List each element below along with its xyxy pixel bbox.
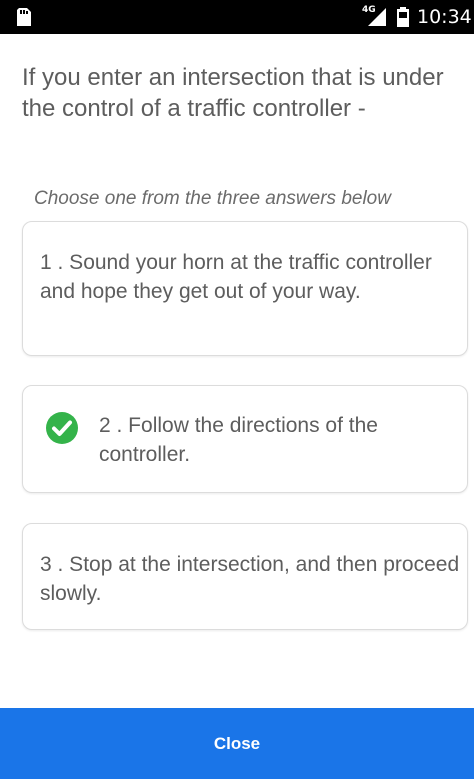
instruction-text: Choose one from the three answers below bbox=[34, 188, 391, 209]
close-button[interactable]: Close bbox=[0, 708, 474, 779]
battery-icon bbox=[397, 7, 409, 27]
sim-card-icon bbox=[17, 8, 31, 26]
check-circle-icon bbox=[46, 412, 78, 444]
signal-icon: 4G bbox=[362, 5, 388, 28]
clock: 10:34 bbox=[417, 6, 472, 28]
answer-option-3[interactable]: 3 . Stop at the intersection, and then p… bbox=[22, 523, 468, 630]
answer-label: 2 . Follow the directions of the control… bbox=[99, 414, 378, 466]
quiz-content: If you enter an intersection that is und… bbox=[0, 34, 474, 708]
answer-label: 1 . Sound your horn at the traffic contr… bbox=[40, 251, 432, 303]
status-bar: 4G 10:34 bbox=[0, 0, 474, 34]
question-text: If you enter an intersection that is und… bbox=[22, 64, 444, 122]
answer-option-2[interactable]: 2 . Follow the directions of the control… bbox=[22, 385, 468, 493]
answer-label: 3 . Stop at the intersection, and then p… bbox=[40, 553, 460, 605]
answer-option-1[interactable]: 1 . Sound your horn at the traffic contr… bbox=[22, 221, 468, 356]
